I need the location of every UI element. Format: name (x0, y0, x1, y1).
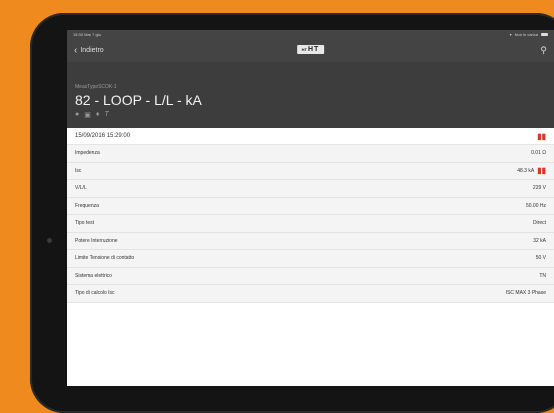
microphone-icon[interactable]: ♦ (96, 111, 100, 119)
camera-icon[interactable]: ● (75, 111, 79, 119)
row-label: V/L/L (75, 185, 87, 192)
row-value: ISC MAX 3 Phase (505, 290, 546, 297)
front-camera (47, 238, 52, 243)
row-label: Isc (75, 167, 82, 174)
row-label: Impedenza (75, 150, 100, 157)
row-value-wrap: 32 kA (533, 238, 546, 244)
row-value-wrap: ISC MAX 3 Phase (506, 290, 546, 296)
record-datetime: 15/09/2016 15:29:00 (75, 133, 131, 139)
result-table: Impedenza 0.01 Ω Isc 48.3 kA ▮▮ V/L/L 229 V Fre… (67, 145, 554, 303)
table-row: Potere Interruzione 32 kA (67, 233, 554, 250)
row-label: Tipo test (75, 220, 94, 227)
row-value: 0.01 Ω (531, 150, 546, 157)
text-icon[interactable]: T (104, 111, 108, 119)
attachment-icon[interactable]: ⚲ (540, 45, 547, 56)
row-value-wrap: 50 V (536, 255, 546, 261)
row-value: 50.00 Hz (525, 202, 546, 209)
row-value-wrap: 50.00 Hz (526, 203, 546, 209)
row-value-wrap: TN (539, 273, 546, 279)
row-value: 229 V (532, 185, 546, 192)
wifi-icon: ▾ (509, 32, 512, 37)
table-row: Limite Tensione di contatto 50 V (67, 250, 554, 268)
status-time: 15:30 Mar 7 giu (73, 32, 101, 37)
tablet-screen: 15:30 Mar 7 giu ▾ Non in carica ‹ Indiet… (67, 30, 554, 386)
row-value-wrap: 0.01 Ω (531, 150, 546, 156)
row-label: Limite Tensione di contatto (75, 255, 135, 262)
row-value-wrap: Direct (533, 220, 546, 226)
table-row: Frequenza 50.00 Hz (67, 198, 554, 215)
ht-logo: HTHT (296, 45, 325, 54)
row-value: 50 V (535, 255, 546, 262)
warning-flag-icon: ▮▮ (537, 131, 546, 141)
table-row: Sistema elettrico TN (67, 268, 554, 285)
back-button[interactable]: ‹ Indietro (74, 44, 104, 56)
media-toolbar: ● ▣ ♦ T (75, 111, 546, 119)
status-bar: 15:30 Mar 7 giu ▾ Non in carica (67, 30, 554, 39)
row-value: 32 kA (533, 237, 546, 244)
table-row: Tipo di calcolo Isc ISC MAX 3 Phase (67, 285, 554, 303)
table-row: Isc 48.3 kA ▮▮ (67, 163, 554, 180)
nav-bar: ‹ Indietro HTHT ⚲ (67, 39, 554, 62)
row-value: TN (539, 272, 546, 279)
table-row: V/L/L 229 V (67, 180, 554, 198)
warning-flag-icon: ▮▮ (537, 166, 546, 176)
row-label: Tipo di calcolo Isc (75, 290, 115, 297)
measurement-details: 15/09/2016 15:29:00 ▮▮ Impedenza 0.01 Ω Is… (67, 128, 554, 386)
measurement-title: 82 - LOOP - L/L - kA (75, 92, 202, 108)
measurement-subtitle: MeasTypeSCOK-1 (75, 84, 117, 90)
row-label: Frequenza (75, 202, 99, 209)
table-row: Tipo test Direct (67, 215, 554, 233)
measurement-header: MeasTypeSCOK-1 82 - LOOP - L/L - kA ● ▣ … (67, 62, 554, 128)
row-label: Sistema elettrico (75, 272, 112, 279)
row-value: 48.3 kA (517, 167, 535, 174)
row-value-wrap: 229 V (533, 185, 546, 191)
table-row: Impedenza 0.01 Ω (67, 145, 554, 163)
row-value: Direct (532, 220, 546, 227)
row-value-wrap: 48.3 kA ▮▮ (517, 166, 546, 175)
record-date-row: 15/09/2016 15:29:00 ▮▮ (67, 128, 554, 145)
row-label: Potere Interruzione (75, 237, 118, 244)
battery-icon (541, 33, 548, 36)
charging-status: Non in carica (514, 32, 538, 37)
photo-icon[interactable]: ▣ (84, 111, 91, 119)
back-label: Indietro (80, 47, 104, 54)
chevron-left-icon: ‹ (74, 44, 78, 56)
